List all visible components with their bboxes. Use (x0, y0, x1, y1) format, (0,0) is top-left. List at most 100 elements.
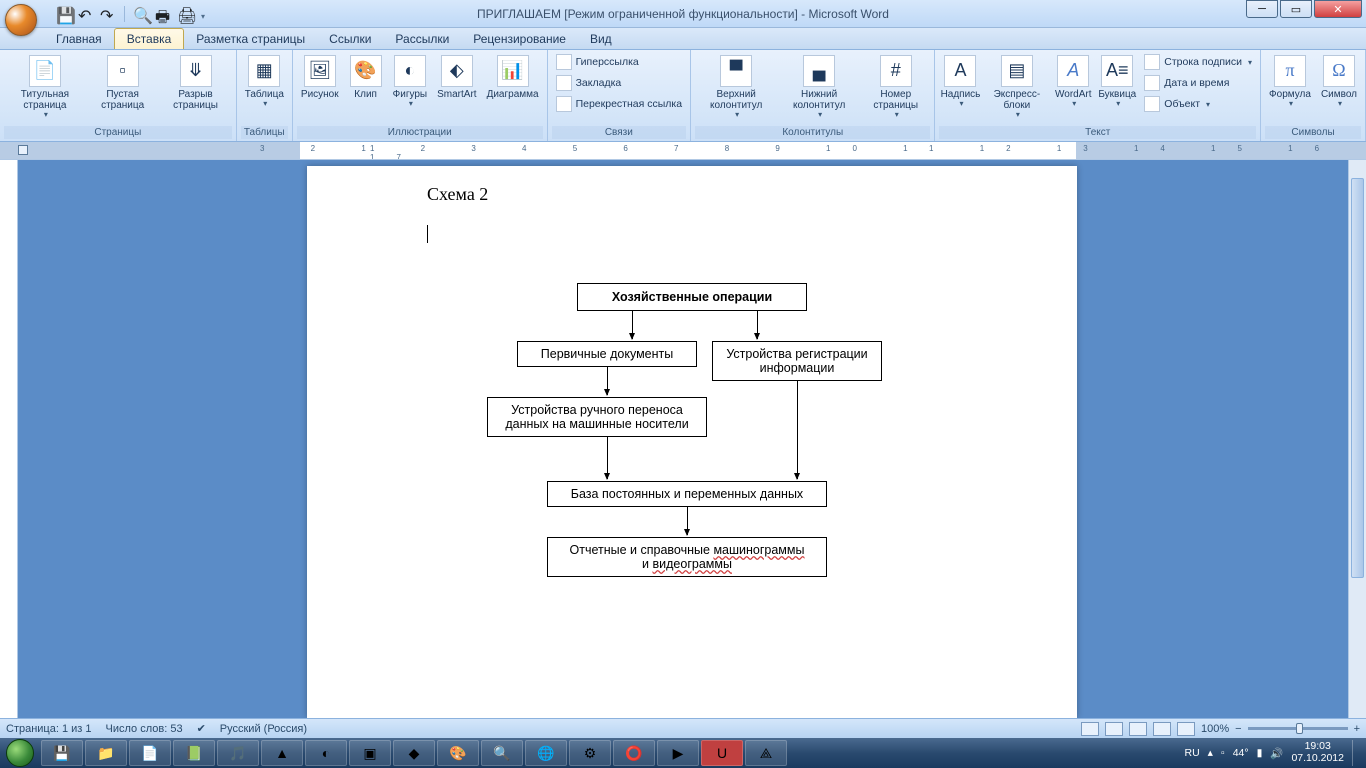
task-item[interactable]: 🎨 (437, 740, 479, 766)
table-button[interactable]: ▦Таблица (241, 52, 288, 112)
equation-button[interactable]: πФормула (1265, 52, 1315, 112)
crossref-button[interactable]: Перекрестная ссылка (552, 94, 686, 114)
diagram-box[interactable]: Первичные документы (517, 341, 697, 367)
task-item[interactable]: 📗 (173, 740, 215, 766)
task-item[interactable]: ⟁ (745, 740, 787, 766)
status-page[interactable]: Страница: 1 из 1 (6, 723, 92, 735)
task-item[interactable]: ⭕ (613, 740, 655, 766)
datetime-button[interactable]: Дата и время (1140, 73, 1256, 93)
spellcheck-icon[interactable]: ✔ (197, 722, 206, 735)
document-viewport[interactable]: Схема 2 Хозяйственные операции Первичные… (18, 160, 1366, 718)
dropcap-button[interactable]: A≡Буквица (1096, 52, 1138, 112)
task-item[interactable]: ▣ (349, 740, 391, 766)
task-item[interactable]: 💾 (41, 740, 83, 766)
shapes-icon: ◐ (394, 55, 426, 87)
symbol-button[interactable]: ΩСимвол (1317, 52, 1361, 112)
footer-button[interactable]: ▄Нижний колонтитул (779, 52, 859, 123)
view-outline-button[interactable] (1153, 722, 1171, 736)
status-language[interactable]: Русский (Россия) (220, 723, 307, 735)
print-preview-icon[interactable]: 🔍 (133, 6, 149, 22)
tray-language[interactable]: RU (1185, 747, 1200, 759)
view-fullscreen-button[interactable] (1105, 722, 1123, 736)
bookmark-button[interactable]: Закладка (552, 73, 686, 93)
task-item[interactable]: 🔍 (481, 740, 523, 766)
scrollbar-vertical[interactable] (1348, 160, 1366, 718)
window-controls: ─ ▭ ✕ (1244, 0, 1362, 18)
hyperlink-button[interactable]: Гиперссылка (552, 52, 686, 72)
shapes-button[interactable]: ◐Фигуры (389, 52, 431, 112)
tab-view[interactable]: Вид (578, 29, 624, 49)
wordart-button[interactable]: AWordArt (1052, 52, 1094, 112)
redo-icon[interactable]: ↷ (100, 6, 116, 22)
system-tray: RU ▴ ▫ 44° ▮ 🔊 19:0307.10.2012 (1185, 740, 1366, 766)
diagram-box[interactable]: База постоянных и переменных данных (547, 481, 827, 507)
tray-up-icon[interactable]: ▴ (1208, 747, 1213, 759)
quick-print-icon[interactable]: 🖨 (177, 6, 193, 22)
group-symbols: πФормула ΩСимвол Символы (1261, 50, 1366, 141)
zoom-slider[interactable] (1248, 727, 1348, 730)
page-break-button[interactable]: ⤋Разрыв страницы (159, 52, 231, 114)
qat-customize-icon[interactable] (199, 6, 215, 22)
tray-network-icon[interactable]: ▮ (1257, 747, 1263, 759)
task-item[interactable]: ◐ (305, 740, 347, 766)
task-item[interactable]: 🌐 (525, 740, 567, 766)
diagram-box[interactable]: Отчетные и справочные машинограммы и вид… (547, 537, 827, 577)
maximize-button[interactable]: ▭ (1280, 0, 1312, 18)
chart-button[interactable]: 📊Диаграмма (483, 52, 543, 103)
undo-icon[interactable]: ↶ (78, 6, 94, 22)
smartart-button[interactable]: ⬖SmartArt (433, 52, 480, 103)
cover-page-button[interactable]: 📄Титульная страница (4, 52, 86, 123)
group-label: Страницы (4, 126, 232, 139)
header-button[interactable]: ▀Верхний колонтитул (695, 52, 777, 123)
minimize-button[interactable]: ─ (1246, 0, 1278, 18)
zoom-out-button[interactable]: − (1235, 723, 1241, 735)
task-item[interactable]: ⚙ (569, 740, 611, 766)
diagram-box[interactable]: Устройства ручного переносаданных на маш… (487, 397, 707, 437)
clip-button[interactable]: 🎨Клип (345, 52, 387, 103)
tab-mailings[interactable]: Рассылки (383, 29, 461, 49)
diagram-box[interactable]: Хозяйственные операции (577, 283, 807, 311)
start-button[interactable] (0, 738, 40, 768)
task-item[interactable]: U (701, 740, 743, 766)
ruler-vertical[interactable] (0, 160, 18, 718)
textbox-button[interactable]: AНадпись (939, 52, 981, 112)
tray-clock[interactable]: 19:0307.10.2012 (1291, 741, 1344, 764)
page-number-button[interactable]: #Номер страницы (861, 52, 930, 123)
tab-home[interactable]: Главная (44, 29, 114, 49)
tray-volume-icon[interactable]: 🔊 (1270, 747, 1283, 760)
task-item[interactable]: ▲ (261, 740, 303, 766)
tab-review[interactable]: Рецензирование (461, 29, 578, 49)
scroll-thumb[interactable] (1351, 178, 1364, 578)
picture-button[interactable]: 🖼Рисунок (297, 52, 343, 103)
diagram-box[interactable]: Устройства регистрацииинформации (712, 341, 882, 381)
show-desktop-button[interactable] (1352, 740, 1360, 766)
tray-flag-icon[interactable]: ▫ (1221, 747, 1225, 759)
close-button[interactable]: ✕ (1314, 0, 1362, 18)
page[interactable]: Схема 2 Хозяйственные операции Первичные… (307, 166, 1077, 718)
signature-button[interactable]: Строка подписи (1140, 52, 1256, 72)
office-button[interactable] (2, 0, 40, 28)
zoom-level[interactable]: 100% (1201, 723, 1229, 735)
print-icon[interactable]: 🖶 (155, 6, 171, 22)
task-item[interactable]: 📁 (85, 740, 127, 766)
view-print-layout-button[interactable] (1081, 722, 1099, 736)
task-item[interactable]: ▶ (657, 740, 699, 766)
zoom-in-button[interactable]: + (1354, 723, 1360, 735)
blank-page-button[interactable]: ▫Пустая страница (88, 52, 158, 114)
quickparts-button[interactable]: ▤Экспресс-блоки (983, 52, 1050, 123)
ruler-horizontal[interactable]: 3 2 1 1 2 3 4 5 6 7 8 9 10 11 12 13 14 1… (0, 142, 1366, 160)
tab-references[interactable]: Ссылки (317, 29, 383, 49)
task-item[interactable]: 📄 (129, 740, 171, 766)
task-item[interactable]: 🎵 (217, 740, 259, 766)
tray-temp[interactable]: 44° (1233, 747, 1249, 759)
tab-insert[interactable]: Вставка (114, 28, 185, 49)
view-draft-button[interactable] (1177, 722, 1195, 736)
status-words[interactable]: Число слов: 53 (106, 723, 183, 735)
group-pages: 📄Титульная страница ▫Пустая страница ⤋Ра… (0, 50, 237, 141)
save-icon[interactable]: 💾 (56, 6, 72, 22)
view-web-button[interactable] (1129, 722, 1147, 736)
tab-page-layout[interactable]: Разметка страницы (184, 29, 317, 49)
task-item[interactable]: ◆ (393, 740, 435, 766)
ruler-toggle-icon[interactable] (18, 145, 28, 155)
object-button[interactable]: Объект (1140, 94, 1256, 114)
